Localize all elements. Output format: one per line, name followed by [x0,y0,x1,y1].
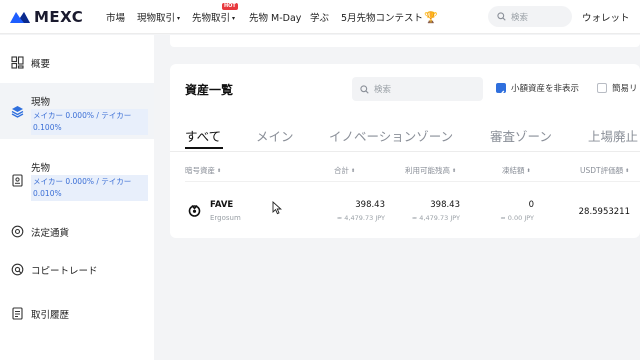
top-search-input[interactable]: 検索 [488,6,572,27]
copy-trade-icon [11,263,24,276]
available-jpy: ≈ 4,479.73 JPY [411,214,460,222]
asset-search-input[interactable]: 検索 [352,77,483,101]
simple-list-label: 簡易リ [612,84,638,94]
top-navigation-bar: MEXC 市場 現物取引 ▾ 先物取引 ▾ HOT 先物 M-Day 学ぶ 5月先物… [0,0,640,34]
usdt-value: 28.5953211 [578,207,630,217]
column-header-frozen[interactable]: 凍結額 ⬍ [502,165,531,176]
active-tab-indicator [185,147,223,149]
column-header-label: USDT評価額 [580,166,624,175]
tab-all[interactable]: すべて [185,126,221,145]
tab-innovation-zone[interactable]: イノベーションゾーン [329,126,453,145]
available-amount: 398.43 [430,200,460,210]
sidebar-item-label: 現物 [31,97,51,108]
fiat-icon [11,225,24,238]
coin-name: Ergosum [210,214,241,222]
column-header-label: 利用可能残高 [405,166,450,175]
sidebar-item-overview[interactable]: 概要 [0,47,154,77]
sort-icon: ⬍ [452,168,457,174]
column-header-usdt-value[interactable]: USDT評価額 ⬍ [580,165,629,176]
nav-spot-trading-label: 現物取引 [137,13,176,24]
search-icon [497,12,506,21]
header-divider [185,181,640,182]
search-icon [360,84,369,94]
sidebar-item-label: 法定通貨 [31,228,70,239]
history-icon [12,307,23,320]
nav-wallet[interactable]: ウォレット [582,10,630,24]
top-search-placeholder: 検索 [511,12,529,23]
nav-futures-contest-label: 5月先物コンテスト [341,13,424,24]
sidebar-item-spot[interactable]: 現物 メイカー 0.000% / テイカー 0.100% [0,83,154,139]
overview-icon [11,56,24,69]
frozen-jpy: ≈ 0.00 JPY [500,214,534,222]
futures-doc-icon [12,174,23,187]
sort-icon: ⬍ [625,168,630,174]
logo-text: MEXC [34,8,84,26]
total-jpy: ≈ 4,479.73 JPY [336,214,385,222]
sidebar-item-label: コピートレード [31,266,98,277]
mexc-logo-mark-icon [10,12,30,23]
hot-badge: HOT [222,3,238,10]
asset-list-card: 資産一覧 検索 小額資産を非表示 簡易リ すべて メイン イノベーションゾーン … [170,64,640,238]
layers-icon [11,106,24,118]
nav-market[interactable]: 市場 [106,10,125,24]
trophy-icon: 🏆 [424,11,438,24]
chevron-down-icon: ▾ [232,15,236,22]
column-header-label: 凍結額 [502,166,525,175]
tab-review-zone[interactable]: 審査ゾーン [490,126,552,145]
sidebar: 概要 現物 メイカー 0.000% / テイカー 0.100% 先物 メイカー … [0,35,154,360]
nav-futures-trading[interactable]: 先物取引 ▾ [192,10,235,24]
total-amount: 398.43 [355,200,385,210]
nav-futures-contest[interactable]: 5月先物コンテスト🏆 [341,10,438,24]
nav-learn[interactable]: 学ぶ [310,10,329,24]
column-header-label: 暗号資産 [185,166,215,175]
hide-small-assets-label: 小額資産を非表示 [511,84,580,94]
coin-symbol[interactable]: FAVE [210,200,233,210]
column-header-total[interactable]: 合計 ⬍ [334,165,355,176]
summary-card-bottom-edge [170,35,640,47]
futures-fee-info: メイカー 0.000% / テイカー 0.010% [31,175,148,201]
mexc-logo[interactable]: MEXC [9,8,83,26]
sidebar-item-futures[interactable]: 先物 メイカー 0.000% / テイカー 0.010% [0,153,154,203]
nav-futures-mday[interactable]: 先物 M-Day [249,10,301,24]
nav-futures-trading-label: 先物取引 [192,13,231,24]
frozen-amount: 0 [528,200,534,210]
sidebar-item-copy-trade[interactable]: コピートレード [0,257,154,283]
mouse-pointer-icon [272,201,282,215]
spot-fee-info: メイカー 0.000% / テイカー 0.100% [31,109,148,135]
column-header-crypto[interactable]: 暗号資産 ⬍ [185,165,221,176]
chevron-down-icon: ▾ [177,15,181,22]
sort-icon: ⬍ [526,168,531,174]
sidebar-item-label: 概要 [31,59,51,70]
sidebar-item-label: 取引履歴 [31,310,70,321]
tab-main[interactable]: メイン [256,126,294,145]
hide-small-assets-checkbox[interactable] [496,83,506,97]
column-header-label: 合計 [334,166,349,175]
fave-coin-icon [188,205,201,217]
page-title: 資産一覧 [185,83,234,97]
checkmark-icon [497,90,505,97]
sidebar-item-fiat[interactable]: 法定通貨 [0,219,154,245]
sort-icon: ⬍ [217,168,222,174]
simple-list-checkbox[interactable] [597,83,607,93]
tab-delisted[interactable]: 上場廃止 [588,126,638,145]
sidebar-item-label: 先物 [31,163,51,174]
tab-divider [170,151,640,152]
asset-search-placeholder: 検索 [374,85,392,95]
sort-icon: ⬍ [351,168,356,174]
column-header-available[interactable]: 利用可能残高 ⬍ [405,165,456,176]
sidebar-item-history[interactable]: 取引履歴 [0,301,154,327]
nav-spot-trading[interactable]: 現物取引 ▾ [137,10,180,24]
